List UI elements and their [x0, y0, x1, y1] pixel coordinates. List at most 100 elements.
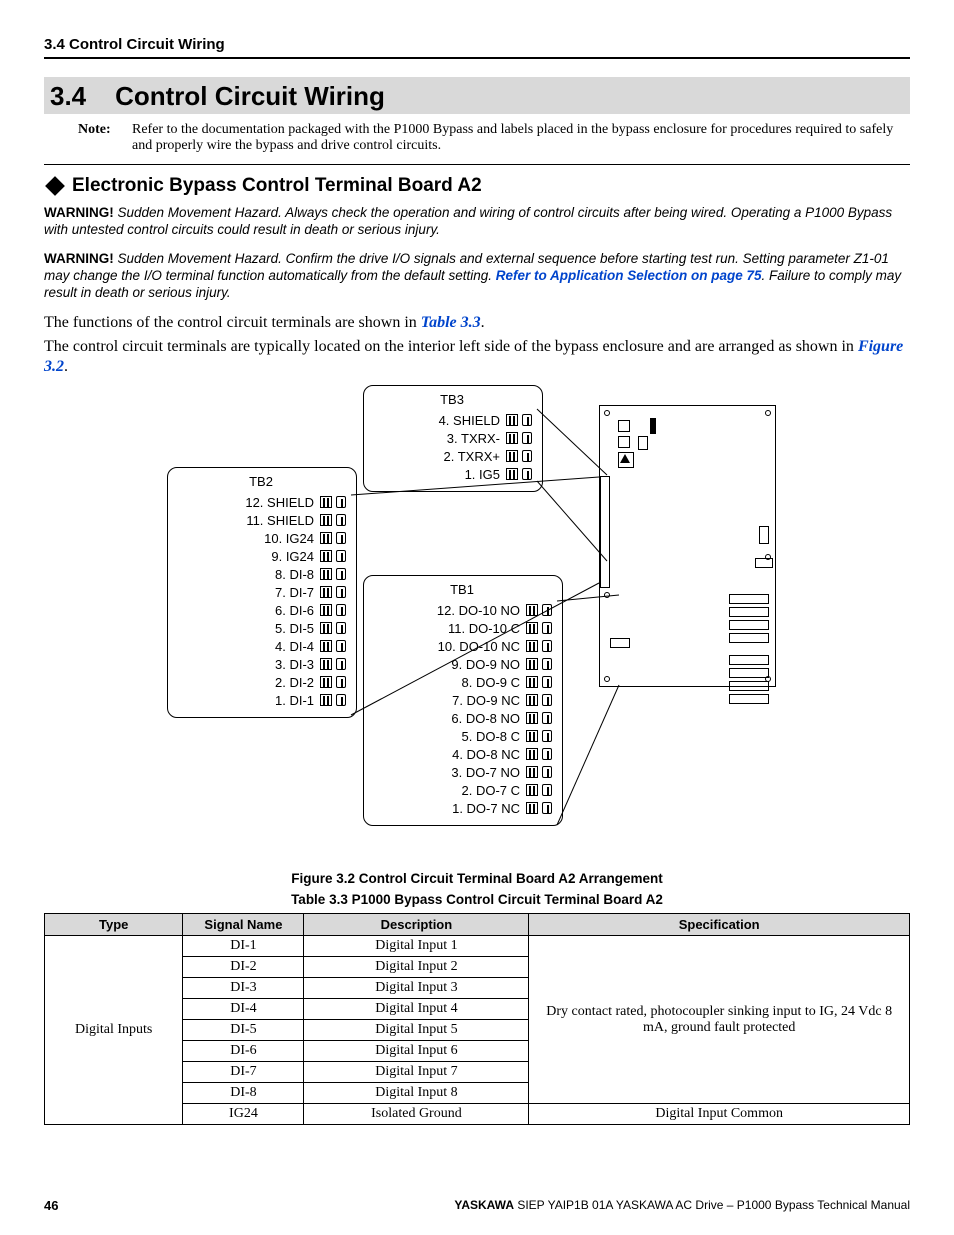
screw-icon [522, 414, 532, 426]
tb1-label: 1. DO-7 NC [372, 801, 526, 816]
warning-2: WARNING! Sudden Movement Hazard. Confirm… [44, 251, 910, 302]
terminal-icon [526, 658, 538, 670]
terminal-icon [526, 676, 538, 688]
terminal-icon [320, 532, 332, 544]
tb1-label: 6. DO-8 NO [372, 711, 526, 726]
terminal-icon [526, 712, 538, 724]
tb3-row: 4. SHIELD [372, 411, 532, 429]
p2-pre: The control circuit terminals are typica… [44, 338, 858, 355]
tb2-row: 6. DI-6 [176, 601, 346, 619]
tb1-row: 6. DO-8 NO [372, 709, 552, 727]
tb2-row: 9. IG24 [176, 547, 346, 565]
cell-desc: Digital Input 2 [304, 957, 529, 978]
section-title: 3.4 Control Circuit Wiring [44, 77, 910, 114]
screw-icon [542, 694, 552, 706]
subheading-text: Electronic Bypass Control Terminal Board… [72, 175, 482, 197]
warning-label: WARNING! [44, 205, 114, 220]
table-ref-link[interactable]: Table 3.3 [421, 314, 481, 331]
p2-post: . [64, 358, 68, 375]
note-body: Refer to the documentation packaged with… [132, 122, 910, 154]
terminal-icon [526, 622, 538, 634]
terminal-icon [320, 496, 332, 508]
board-component [618, 420, 630, 432]
warning-label: WARNING! [44, 251, 114, 266]
terminal-icon [320, 586, 332, 598]
p1-pre: The functions of the control circuit ter… [44, 314, 421, 331]
screw-icon [336, 550, 346, 562]
screw-icon [542, 748, 552, 760]
pcb-board [599, 405, 776, 687]
screw-icon [522, 432, 532, 444]
tb1-row: 8. DO-9 C [372, 673, 552, 691]
footer-rest: SIEP YAIP1B 01A YASKAWA AC Drive – P1000… [514, 1198, 910, 1212]
tb2-label: 1. DI-1 [176, 693, 320, 708]
terminal-block-tb1: TB1 12. DO-10 NO11. DO-10 C10. DO-10 NC9… [363, 575, 563, 826]
tb2-row: 11. SHIELD [176, 511, 346, 529]
screw-icon [522, 450, 532, 462]
screw-icon [336, 676, 346, 688]
tb1-label: 11. DO-10 C [372, 621, 526, 636]
tb1-label: 2. DO-7 C [372, 783, 526, 798]
tb2-row: 5. DI-5 [176, 619, 346, 637]
cell-desc: Digital Input 7 [304, 1062, 529, 1083]
tb2-label: 3. DI-3 [176, 657, 320, 672]
terminal-icon [506, 432, 518, 444]
section-number: 3.4 [50, 81, 86, 111]
divider [44, 164, 910, 165]
tb1-label: 9. DO-9 NO [372, 657, 526, 672]
cell-spec: Digital Input Common [529, 1104, 910, 1125]
terminal-icon [320, 550, 332, 562]
cell-type: Digital Inputs [45, 936, 183, 1125]
table-row: Digital InputsDI-1Digital Input 1Dry con… [45, 936, 910, 957]
terminal-block-tb2: TB2 12. SHIELD11. SHIELD10. IG249. IG248… [167, 467, 357, 718]
cell-signal: DI-5 [183, 1020, 304, 1041]
terminal-icon [526, 604, 538, 616]
screw-icon [542, 676, 552, 688]
terminal-icon [320, 694, 332, 706]
page-number: 46 [44, 1198, 58, 1213]
screw-icon [542, 640, 552, 652]
board-component [620, 454, 630, 463]
screw-icon [336, 640, 346, 652]
page-footer: 46 YASKAWA SIEP YAIP1B 01A YASKAWA AC Dr… [44, 1198, 910, 1213]
terminal-icon [506, 468, 518, 480]
terminal-icon [320, 514, 332, 526]
tb2-label: 10. IG24 [176, 531, 320, 546]
screw-icon [336, 586, 346, 598]
terminal-icon [320, 568, 332, 580]
footer-source: YASKAWA SIEP YAIP1B 01A YASKAWA AC Drive… [454, 1198, 910, 1213]
table-caption: Table 3.3 P1000 Bypass Control Circuit T… [44, 892, 910, 907]
tb1-row: 11. DO-10 C [372, 619, 552, 637]
screw-icon [336, 658, 346, 670]
tb2-label: 5. DI-5 [176, 621, 320, 636]
cell-signal: DI-7 [183, 1062, 304, 1083]
cell-desc: Digital Input 6 [304, 1041, 529, 1062]
tb1-label: 5. DO-8 C [372, 729, 526, 744]
cell-desc: Isolated Ground [304, 1104, 529, 1125]
warning-link[interactable]: Refer to Application Selection on page 7… [496, 268, 762, 283]
tb1-row: 3. DO-7 NO [372, 763, 552, 781]
running-header: 3.4 Control Circuit Wiring [44, 36, 910, 59]
screw-icon [336, 604, 346, 616]
tb2-row: 8. DI-8 [176, 565, 346, 583]
screw-icon [336, 514, 346, 526]
terminal-icon [506, 414, 518, 426]
tb3-label: 4. SHIELD [372, 413, 506, 428]
warning-text: Sudden Movement Hazard. Always check the… [44, 205, 892, 237]
terminal-icon [526, 748, 538, 760]
figure-wrap: TB3 4. SHIELD3. TXRX-2. TXRX+1. IG5 TB2 … [44, 385, 910, 865]
tb2-label: 8. DI-8 [176, 567, 320, 582]
screw-icon [542, 604, 552, 616]
terminals-table: Type Signal Name Description Specificati… [44, 913, 910, 1125]
terminal-icon [506, 450, 518, 462]
terminal-icon [526, 766, 538, 778]
tb2-row: 2. DI-2 [176, 673, 346, 691]
screw-icon [336, 622, 346, 634]
note-label: Note: [78, 122, 132, 154]
cell-spec: Dry contact rated, photocoupler sinking … [529, 936, 910, 1104]
screw-icon [336, 532, 346, 544]
terminal-icon [320, 622, 332, 634]
cell-desc: Digital Input 5 [304, 1020, 529, 1041]
tb1-row: 12. DO-10 NO [372, 601, 552, 619]
tb3-label: 3. TXRX- [372, 431, 506, 446]
